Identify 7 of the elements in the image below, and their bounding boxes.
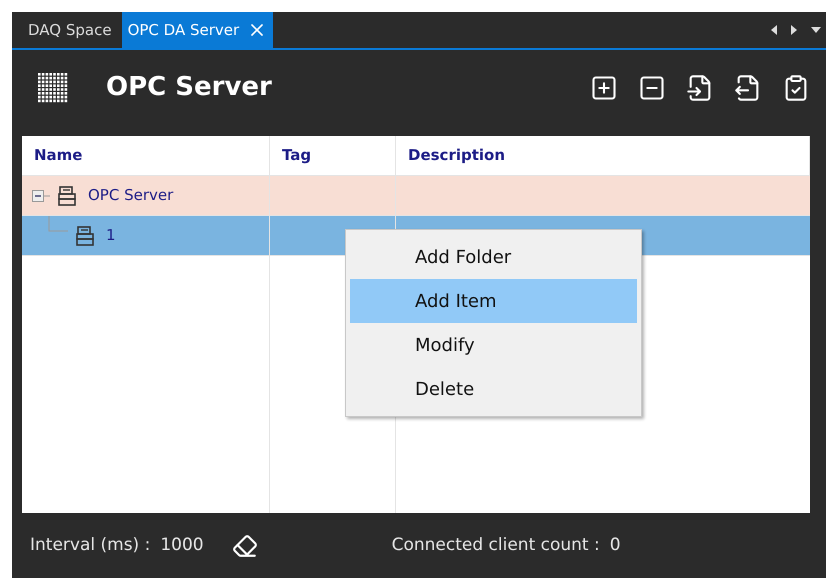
interval-label: Interval (ms) : — [30, 534, 150, 557]
interval-value: 1000 — [160, 534, 204, 557]
client-count-value: 0 — [610, 534, 621, 557]
tree-item-label: 1 — [106, 225, 116, 246]
client-count-label: Connected client count : — [392, 534, 600, 557]
tree-item-label: OPC Server — [88, 185, 174, 206]
panel-title: OPC Server — [106, 71, 272, 104]
